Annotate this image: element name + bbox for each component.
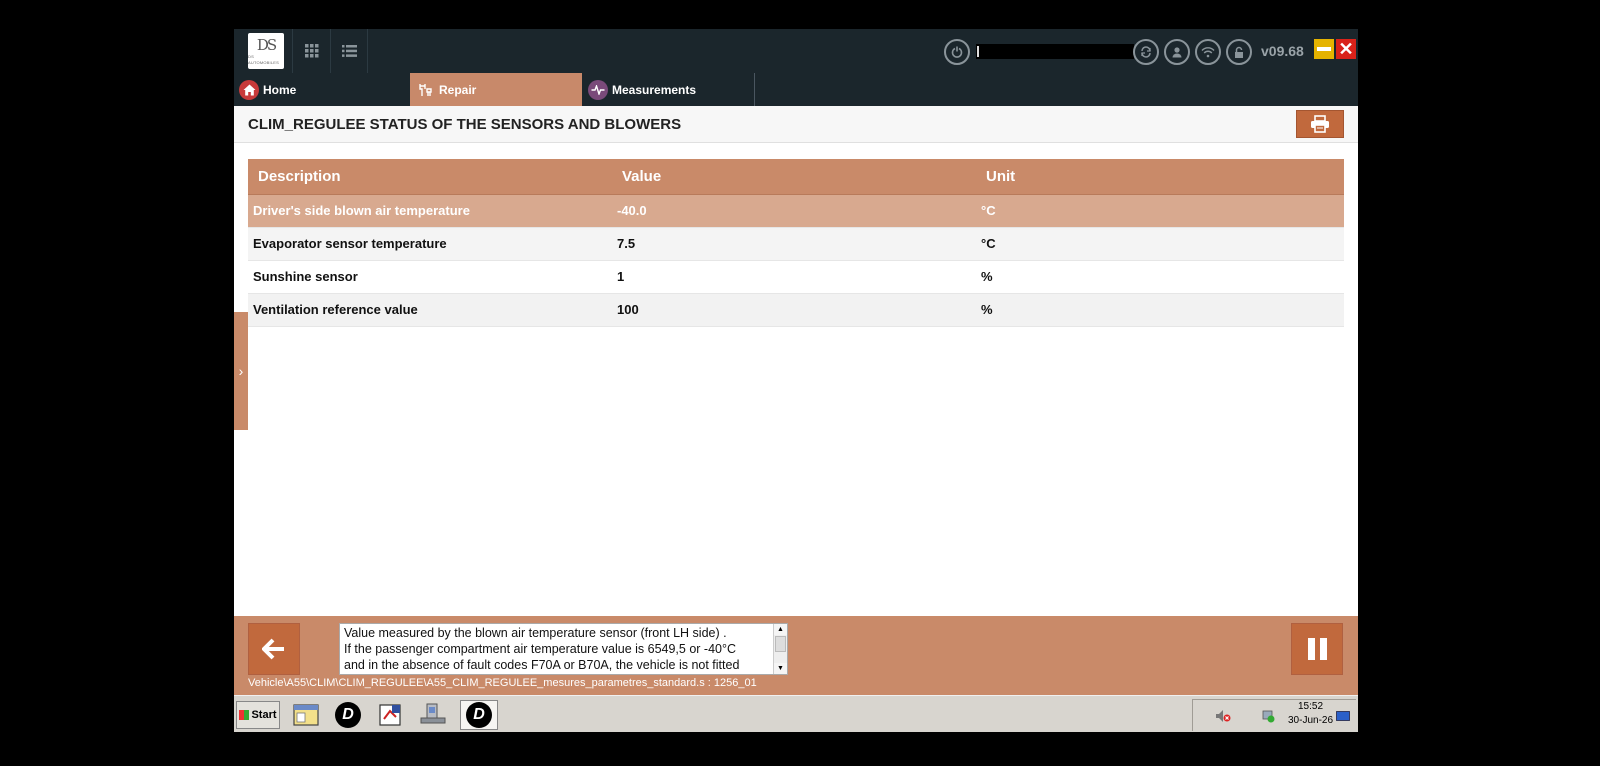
info-scrollbar[interactable]: ▲ ▼ — [773, 624, 787, 674]
taskbar-app-tool[interactable] — [376, 700, 406, 730]
row-unit: % — [976, 293, 1344, 327]
tab-repair[interactable]: Repair — [410, 73, 582, 106]
pause-icon-bar — [1319, 638, 1327, 660]
minimize-icon — [1317, 47, 1331, 51]
row-value: 100 — [612, 293, 976, 327]
row-value: 1 — [612, 260, 976, 294]
refresh-icon[interactable] — [1133, 39, 1159, 65]
column-header-unit[interactable]: Unit — [976, 159, 1344, 195]
column-header-value[interactable]: Value — [612, 159, 976, 195]
taskbar-app-network[interactable] — [418, 700, 448, 730]
page-title: CLIM_REGULEE STATUS OF THE SENSORS AND B… — [248, 116, 682, 133]
column-header-description[interactable]: Description — [248, 159, 612, 195]
side-panel-toggle[interactable]: › — [234, 312, 248, 430]
waveform-icon — [588, 79, 608, 100]
user-icon[interactable] — [1164, 39, 1190, 65]
taskbar-app-explorer[interactable] — [291, 700, 321, 730]
printer-icon — [1311, 115, 1329, 133]
info-text-box[interactable]: Value measured by the blown air temperat… — [339, 623, 788, 675]
measurements-table: Description Value Unit Driver's side blo… — [248, 159, 1344, 327]
table-row[interactable]: Evaporator sensor temperature 7.5 °C — [248, 227, 1344, 261]
tab-repair-label: Repair — [439, 82, 477, 97]
print-button[interactable] — [1296, 110, 1344, 138]
back-button[interactable] — [248, 623, 300, 675]
row-description: Sunshine sensor — [248, 260, 612, 294]
network-status-icon[interactable] — [1261, 709, 1275, 723]
row-description: Evaporator sensor temperature — [248, 227, 612, 261]
os-taskbar: Start D D 15:52 30-Jun-26 — [234, 695, 1358, 732]
top-bar: DS DS AUTOMOBILES v09.68 ✕ — [234, 29, 1358, 73]
close-icon: ✕ — [1338, 39, 1354, 59]
start-label: Start — [251, 709, 277, 721]
diagnostic-app-window: DS DS AUTOMOBILES v09.68 ✕ Home Repair M… — [234, 29, 1358, 732]
script-path: Vehicle\A55\CLIM\CLIM_REGULEE\A55_CLIM_R… — [248, 677, 757, 689]
table-row[interactable]: Sunshine sensor 1 % — [248, 260, 1344, 294]
version-label: v09.68 — [1261, 43, 1304, 59]
taskbar-app-diagbox[interactable]: D — [333, 700, 363, 730]
tab-measurements[interactable]: Measurements — [583, 73, 755, 106]
row-unit: % — [976, 260, 1344, 294]
document-tool-icon — [379, 704, 401, 726]
chevron-right-icon: › — [238, 363, 244, 379]
user-field — [976, 44, 1134, 59]
clock-date[interactable]: 30-Jun-26 — [1288, 715, 1333, 726]
row-unit: °C — [976, 227, 1344, 261]
row-unit: °C — [976, 194, 1344, 228]
arrow-left-icon — [262, 638, 284, 660]
diagbox-d-icon: D — [335, 702, 361, 728]
volume-muted-icon[interactable] — [1215, 709, 1231, 723]
home-icon — [239, 79, 259, 100]
minimize-button[interactable] — [1314, 39, 1334, 59]
tab-home-label: Home — [263, 82, 297, 97]
grid-menu-button[interactable] — [292, 29, 330, 73]
wifi-icon[interactable] — [1195, 39, 1221, 65]
window-icon — [293, 704, 319, 726]
taskbar-app-diagbox-active[interactable]: D — [460, 700, 498, 730]
scroll-thumb[interactable] — [775, 636, 786, 652]
info-text: Value measured by the blown air temperat… — [344, 626, 740, 672]
tab-measurements-label: Measurements — [612, 82, 697, 97]
row-value: 7.5 — [612, 227, 976, 261]
lock-icon[interactable] — [1226, 39, 1252, 65]
scroll-up-icon[interactable]: ▲ — [774, 624, 787, 635]
table-header-row: Description Value Unit — [248, 159, 1344, 195]
repair-icon — [415, 80, 435, 100]
grid-icon — [304, 44, 318, 58]
row-value: -40.0 — [612, 194, 976, 228]
clock-time[interactable]: 15:52 — [1298, 701, 1323, 712]
start-button[interactable]: Start — [236, 701, 280, 729]
windows-flag-icon — [239, 710, 250, 720]
table-row[interactable]: Ventilation reference value 100 % — [248, 293, 1344, 327]
tab-home[interactable]: Home — [234, 73, 405, 106]
ds-logo: DS DS AUTOMOBILES — [248, 33, 284, 69]
list-icon — [341, 45, 357, 57]
title-bar: CLIM_REGULEE STATUS OF THE SENSORS AND B… — [234, 106, 1358, 143]
list-menu-button[interactable] — [330, 29, 368, 73]
power-icon[interactable] — [944, 39, 970, 65]
pause-button[interactable] — [1291, 623, 1343, 675]
table-row[interactable]: Driver's side blown air temperature -40.… — [248, 194, 1344, 228]
network-computer-icon — [420, 703, 446, 724]
bottom-panel: Value measured by the blown air temperat… — [234, 616, 1358, 695]
pause-icon-bar — [1307, 638, 1315, 660]
close-button[interactable]: ✕ — [1336, 39, 1356, 59]
row-description: Ventilation reference value — [248, 293, 612, 327]
row-description: Driver's side blown air temperature — [248, 194, 612, 228]
scroll-down-icon[interactable]: ▼ — [774, 663, 787, 674]
diagbox-d-icon: D — [466, 702, 492, 728]
tab-bar: Home Repair Measurements — [234, 73, 1358, 106]
monitor-icon[interactable] — [1336, 711, 1350, 721]
